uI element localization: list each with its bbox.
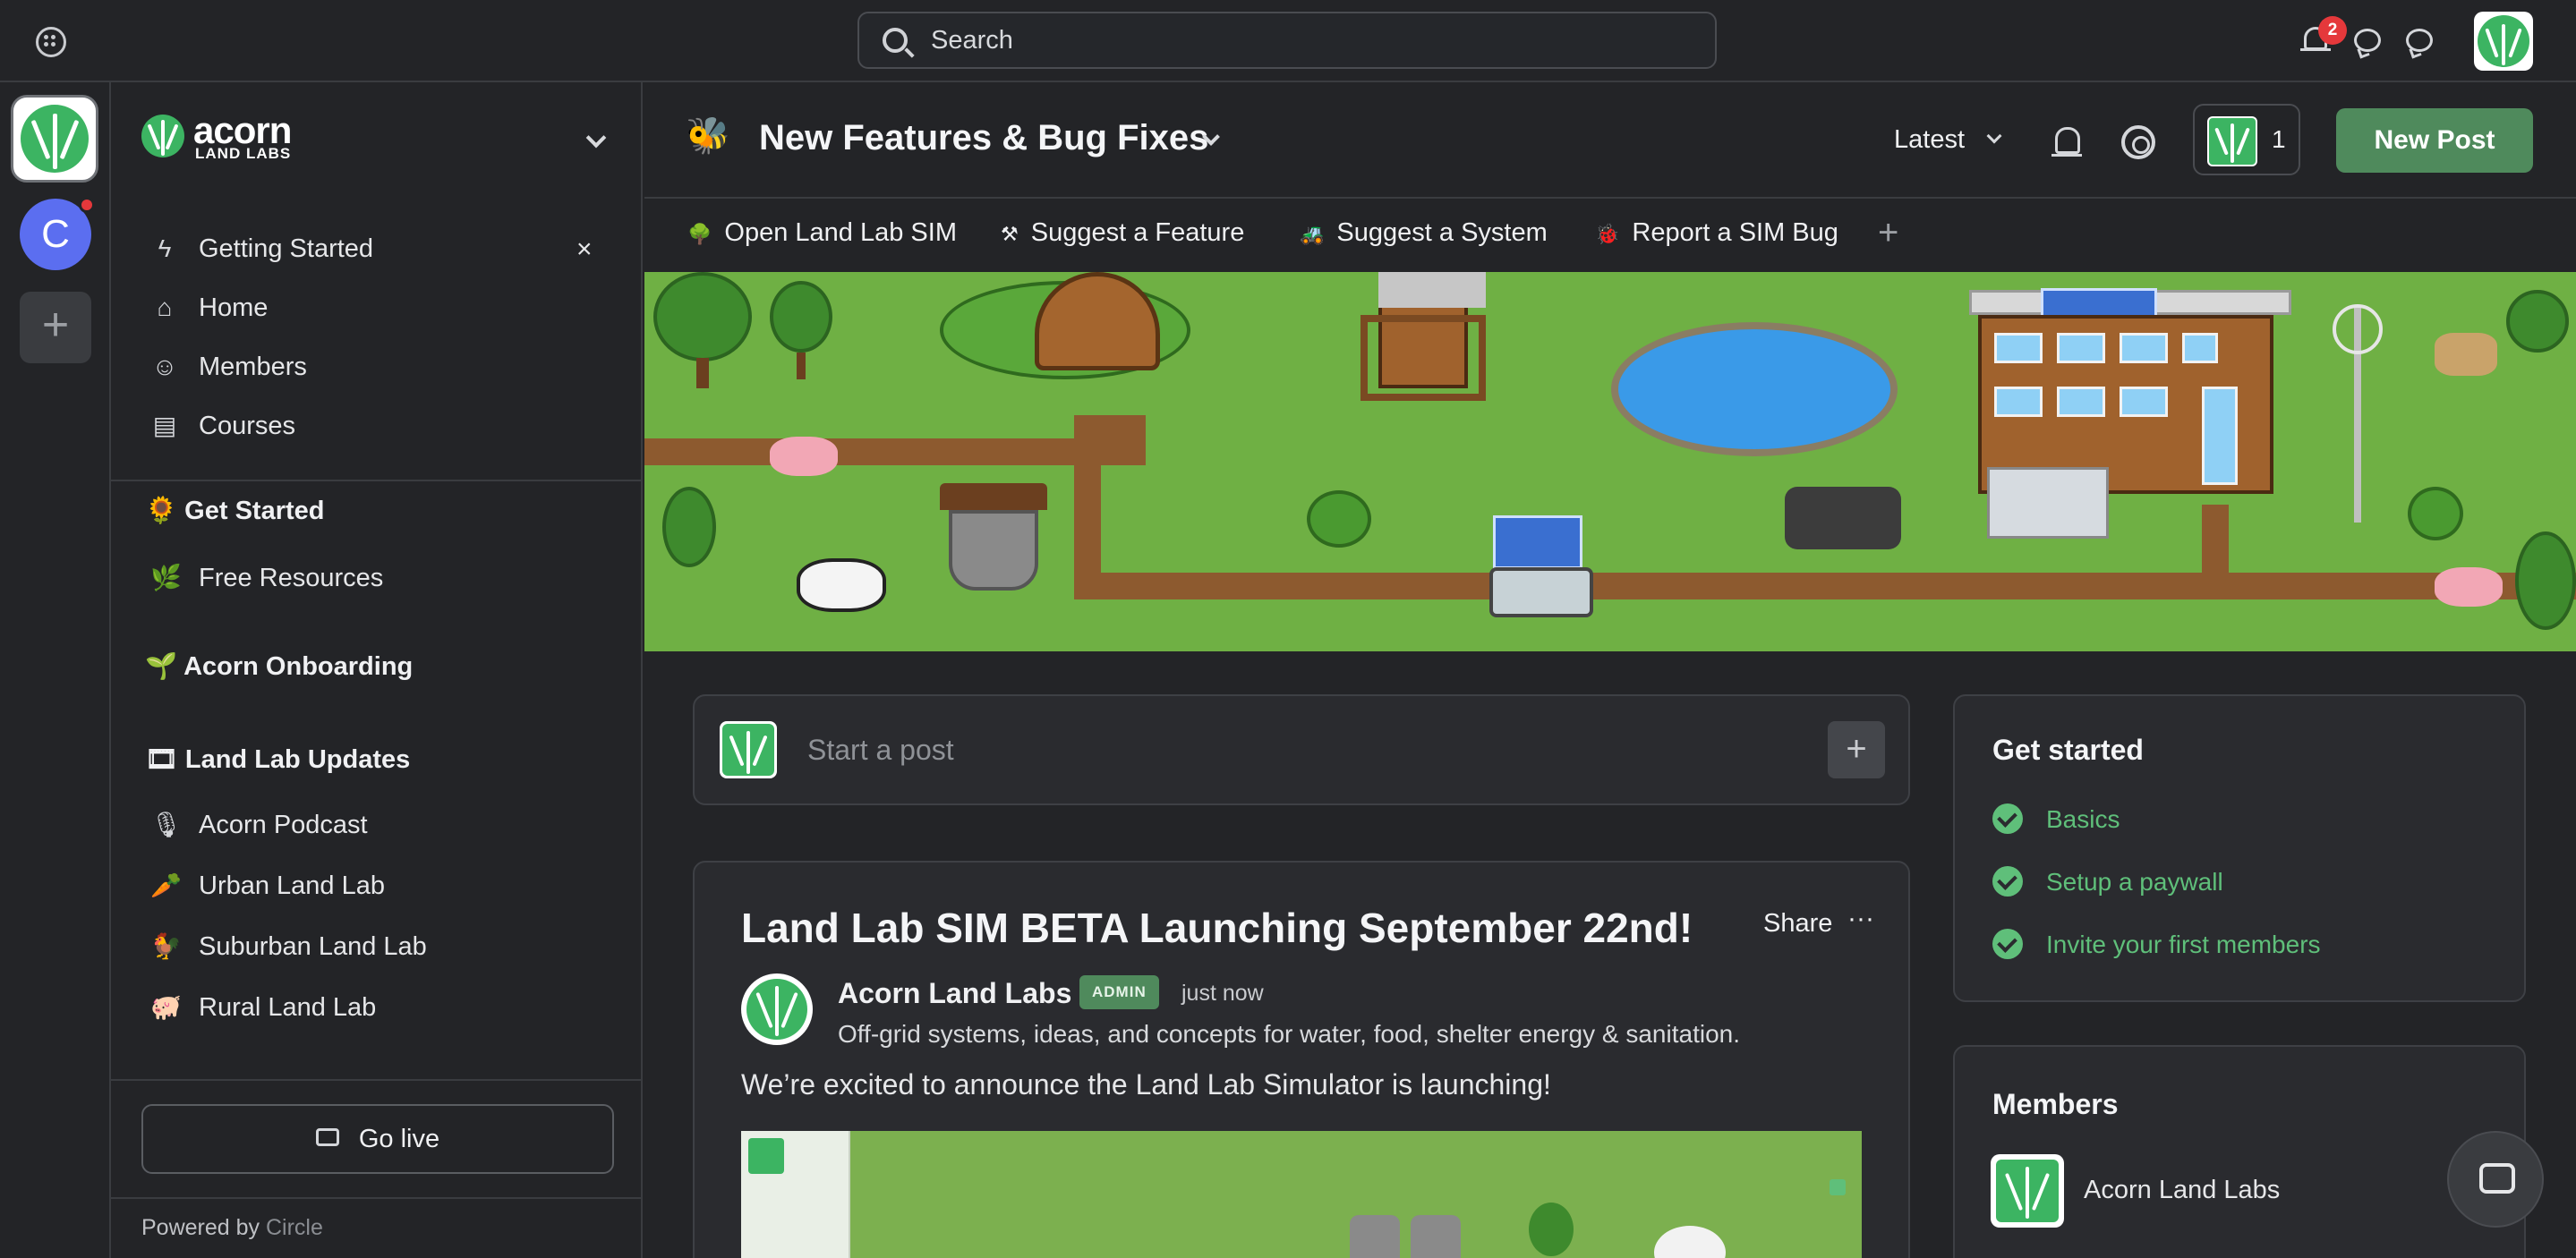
member-name[interactable]: Acorn Land Labs	[2084, 1176, 2280, 1205]
check-circle-icon	[1992, 865, 2023, 897]
author-avatar[interactable]	[741, 973, 813, 1045]
check-circle-icon	[1992, 928, 2023, 959]
get-started-title: Get started	[1992, 734, 2144, 766]
sidebar-item-home[interactable]: ⌂ Home	[145, 283, 619, 333]
microphone-emoji-icon: 🎙	[150, 811, 183, 838]
start-post-placeholder: Start a post	[807, 734, 954, 766]
sidebar-item-courses[interactable]: ▤ Courses	[145, 401, 619, 451]
post-image[interactable]	[741, 1131, 1862, 1258]
sidebar-divider	[111, 480, 643, 481]
group-land-lab-updates[interactable]: 🎞 Land Lab Updates	[145, 744, 410, 775]
post-body-text: We’re excited to announce the Land Lab S…	[741, 1068, 1551, 1101]
brand-logo-icon[interactable]	[141, 115, 184, 157]
search-icon	[883, 28, 908, 53]
members-icon: ☺	[151, 353, 178, 380]
apps-grid-icon[interactable]	[36, 27, 66, 57]
courses-icon: ▤	[152, 412, 177, 439]
sidebar-item-members[interactable]: ☺ Members	[145, 342, 619, 392]
space-title[interactable]: New Features & Bug Fixes	[759, 118, 1208, 158]
admin-badge: ADMIN	[1079, 975, 1159, 1009]
settings-gear-icon[interactable]	[2121, 125, 2155, 159]
user-avatar[interactable]	[2474, 12, 2533, 71]
carrot-emoji-icon: 🥕	[150, 871, 182, 899]
space-notifications-bell-icon[interactable]	[2050, 123, 2086, 159]
author-bio: Off-grid systems, ideas, and concepts fo…	[838, 1020, 1740, 1048]
chat-support-button[interactable]	[2447, 1131, 2544, 1228]
bug-emoji-icon: 🐞	[1595, 223, 1620, 245]
tab-open-land-lab-sim[interactable]: 🌳 Open Land Lab SIM	[687, 218, 957, 248]
sort-chevron-icon[interactable]	[1986, 128, 2002, 144]
brand-subtitle: LAND LABS	[195, 145, 292, 162]
space-members-button[interactable]: 1	[2193, 104, 2300, 175]
notification-count-badge: 2	[2318, 16, 2347, 45]
checklist-basics[interactable]: Basics	[1992, 803, 2120, 837]
go-live-button[interactable]: Go live	[141, 1104, 614, 1174]
post-title[interactable]: Land Lab SIM BETA Launching September 22…	[741, 904, 1693, 952]
sidebar-footer-divider	[111, 1079, 643, 1081]
search-input[interactable]	[931, 22, 1683, 58]
start-post-composer[interactable]: Start a post +	[693, 694, 1910, 805]
composer-avatar	[720, 721, 777, 778]
checklist-invite-members[interactable]: Invite your first members	[1992, 928, 2321, 962]
group-get-started[interactable]: 🌻 Get Started	[145, 496, 324, 526]
checklist-setup-paywall[interactable]: Setup a paywall	[1992, 865, 2223, 899]
space-cover-banner	[644, 272, 2576, 651]
sort-dropdown[interactable]: Latest	[1894, 125, 1965, 155]
tab-report-a-sim-bug[interactable]: 🐞 Report a SIM Bug	[1595, 218, 1838, 248]
hammer-pick-emoji-icon: ⚒	[1001, 223, 1019, 245]
tab-suggest-a-system[interactable]: 🚜 Suggest a System	[1300, 218, 1548, 248]
share-button[interactable]: Share	[1763, 909, 1832, 939]
close-getting-started-button[interactable]: ×	[576, 234, 593, 265]
sidebar-item-urban-land-lab[interactable]: 🥕 Urban Land Lab	[145, 861, 619, 911]
sidebar-item-suburban-land-lab[interactable]: 🐓 Suburban Land Lab	[145, 922, 619, 972]
messages-icon[interactable]	[2350, 23, 2386, 59]
post-more-options-icon[interactable]: ···	[1847, 904, 1874, 934]
group-acorn-onboarding[interactable]: 🌱 Acorn Onboarding	[145, 651, 413, 682]
tractor-emoji-icon: 🚜	[1300, 223, 1325, 245]
video-camera-icon	[315, 1128, 339, 1147]
add-link-button[interactable]: +	[1878, 213, 1898, 253]
chat-bubble-icon	[2479, 1163, 2515, 1194]
bee-emoji-icon: 🐝	[686, 116, 730, 156]
add-community-button[interactable]: +	[20, 292, 91, 363]
lightning-icon: ϟ	[158, 234, 172, 262]
acorn-community-switch[interactable]	[11, 95, 98, 183]
unread-dot	[79, 197, 95, 213]
sidebar-item-free-resources[interactable]: 🌿 Free Resources	[145, 553, 619, 603]
home-icon: ⌂	[157, 293, 173, 321]
post-timestamp: just now	[1181, 981, 1264, 1006]
tree-emoji-icon: 🌳	[687, 223, 712, 245]
new-post-button[interactable]: New Post	[2336, 108, 2533, 173]
powered-by-circle[interactable]: Powered by Circle	[141, 1215, 323, 1241]
search-bar[interactable]	[857, 12, 1717, 69]
composer-add-button[interactable]: +	[1828, 721, 1885, 778]
post-author-name[interactable]: Acorn Land Labs	[838, 977, 1071, 1010]
tab-suggest-a-feature[interactable]: ⚒ Suggest a Feature	[1001, 218, 1244, 248]
sidebar-item-acorn-podcast[interactable]: 🎙 Acorn Podcast	[145, 800, 619, 850]
rooster-emoji-icon: 🐓	[150, 932, 182, 960]
acorn-logo-icon	[21, 105, 89, 173]
pig-emoji-icon: 🐖	[150, 993, 182, 1021]
sidebar-item-getting-started[interactable]: ϟ Getting Started	[145, 224, 619, 274]
member-avatar[interactable]	[1991, 1154, 2064, 1228]
sidebar-item-rural-land-lab[interactable]: 🐖 Rural Land Lab	[145, 982, 619, 1033]
members-title: Members	[1992, 1088, 2119, 1120]
sidebar-bottom-divider	[111, 1197, 643, 1199]
chat-threads-icon[interactable]	[2402, 23, 2438, 59]
check-circle-icon	[1992, 803, 2023, 834]
member-avatar	[2207, 116, 2257, 166]
herb-emoji-icon: 🌿	[150, 564, 182, 591]
